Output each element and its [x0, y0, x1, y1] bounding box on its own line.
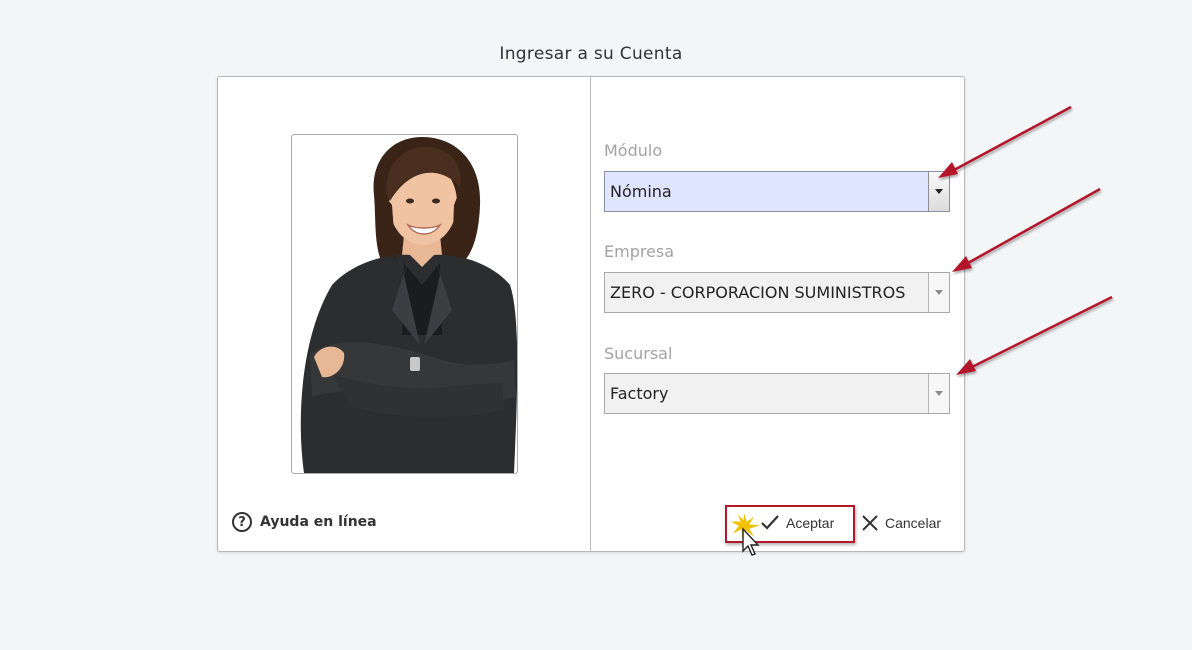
arrow-sucursal	[956, 295, 1113, 375]
modulo-select[interactable]: Nómina	[604, 171, 950, 212]
accept-button[interactable]: Aceptar	[760, 514, 834, 532]
modulo-value: Nómina	[610, 182, 672, 201]
woman-portrait-image	[300, 137, 517, 473]
empresa-label: Empresa	[604, 242, 675, 261]
close-icon	[862, 515, 878, 531]
online-help-link[interactable]: ? Ayuda en línea	[232, 512, 377, 532]
chevron-down-icon[interactable]	[928, 374, 949, 413]
cancel-button[interactable]: Cancelar	[861, 514, 941, 532]
user-photo	[291, 134, 518, 474]
empresa-select[interactable]: ZERO - CORPORACION SUMINISTROS	[604, 272, 950, 313]
empresa-value: ZERO - CORPORACION SUMINISTROS	[610, 283, 906, 302]
click-cursor-icon	[728, 510, 763, 556]
login-page: Ingresar a su Cuenta ? Ayuda en línea Mó…	[0, 0, 1192, 650]
sucursal-label: Sucursal	[604, 344, 673, 363]
account-dialog: ? Ayuda en línea Módulo Nómina Empresa Z…	[217, 76, 965, 556]
cancel-label: Cancelar	[885, 515, 942, 531]
sucursal-select[interactable]: Factory	[604, 373, 950, 414]
dialog-title: Ingresar a su Cuenta	[499, 44, 683, 64]
pane-divider	[590, 77, 591, 551]
chevron-down-icon[interactable]	[928, 172, 949, 211]
question-circle-icon: ?	[232, 512, 252, 532]
arrow-empresa	[952, 187, 1101, 272]
accept-label: Aceptar	[786, 515, 835, 531]
modulo-label: Módulo	[604, 141, 663, 160]
chevron-down-icon[interactable]	[928, 273, 949, 312]
online-help-label: Ayuda en línea	[260, 514, 377, 530]
sucursal-value: Factory	[610, 384, 669, 403]
